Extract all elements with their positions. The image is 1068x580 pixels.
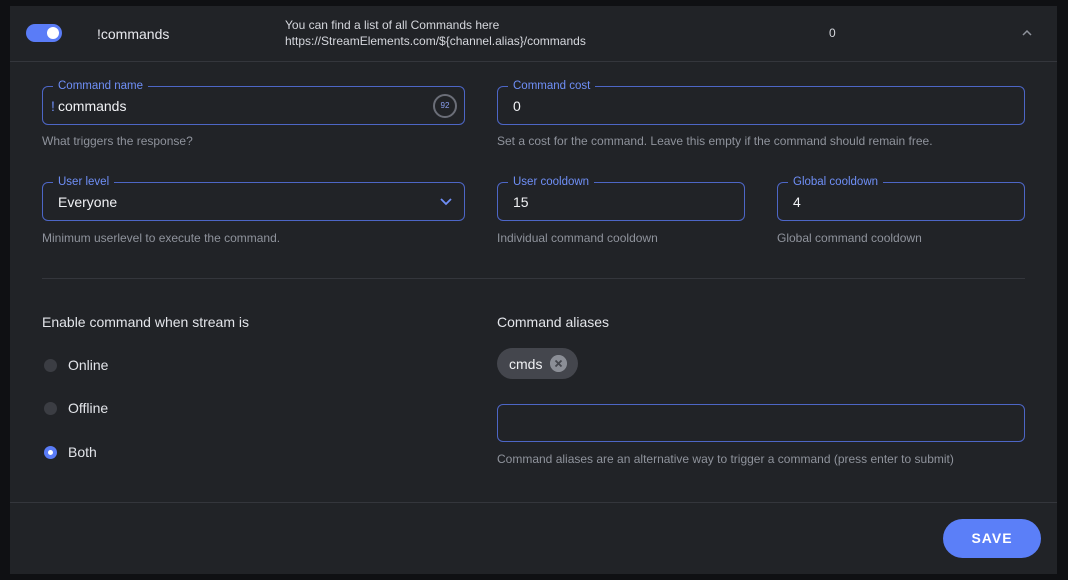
command-name-label: Command name xyxy=(53,79,149,93)
command-usage-count: 0 xyxy=(829,26,836,40)
alias-chip-label: cmds xyxy=(509,356,543,372)
description-line-1: You can find a list of all Commands here xyxy=(285,18,500,32)
user-cooldown-label: User cooldown xyxy=(508,175,595,189)
toggle-knob xyxy=(47,27,59,39)
command-name-help: What triggers the response? xyxy=(42,134,193,148)
remove-alias-icon[interactable] xyxy=(550,355,567,372)
radio-label-offline: Offline xyxy=(68,400,109,416)
user-level-help: Minimum userlevel to execute the command… xyxy=(42,231,281,245)
user-level-label: User level xyxy=(53,175,115,189)
stream-state-title: Enable command when stream is xyxy=(42,314,249,330)
radio-button-selected[interactable] xyxy=(44,446,57,459)
global-cooldown-field[interactable]: Global cooldown 4 xyxy=(777,175,1025,221)
user-cooldown-field[interactable]: User cooldown 15 xyxy=(497,175,745,221)
section-divider xyxy=(42,278,1025,279)
alias-input[interactable] xyxy=(497,404,1025,442)
command-cost-value[interactable]: 0 xyxy=(513,98,521,114)
user-cooldown-value[interactable]: 15 xyxy=(513,194,529,210)
footer-divider xyxy=(10,502,1057,503)
user-cooldown-help: Individual command cooldown xyxy=(497,231,658,245)
user-level-select[interactable]: User level Everyone xyxy=(42,175,465,221)
command-cost-label: Command cost xyxy=(508,79,596,93)
user-level-value: Everyone xyxy=(58,194,118,210)
command-enabled-toggle[interactable] xyxy=(26,24,62,42)
radio-button[interactable] xyxy=(44,402,57,415)
aliases-title: Command aliases xyxy=(497,314,610,330)
alias-chip: cmds xyxy=(497,348,578,379)
command-editor-panel: !commands You can find a list of all Com… xyxy=(10,6,1057,574)
command-name-field[interactable]: Command name ! commands 92 xyxy=(42,79,465,125)
description-line-2: https://StreamElements.com/${channel.ali… xyxy=(285,34,586,48)
global-cooldown-help: Global command cooldown xyxy=(777,231,922,245)
command-cost-help: Set a cost for the command. Leave this e… xyxy=(497,134,933,148)
radio-label-online: Online xyxy=(68,357,109,373)
command-prefix: ! xyxy=(51,98,55,114)
command-cost-field[interactable]: Command cost 0 xyxy=(497,79,1025,125)
save-button[interactable]: SAVE xyxy=(943,519,1041,558)
character-counter: 92 xyxy=(433,94,457,118)
command-name-value[interactable]: commands xyxy=(58,98,126,114)
command-description: You can find a list of all Commands here… xyxy=(285,17,586,49)
radio-button[interactable] xyxy=(44,359,57,372)
global-cooldown-label: Global cooldown xyxy=(788,175,884,189)
chevron-down-icon[interactable] xyxy=(440,197,452,207)
radio-label-both: Both xyxy=(68,444,97,460)
command-header[interactable]: !commands You can find a list of all Com… xyxy=(10,6,1057,62)
command-title: !commands xyxy=(97,26,170,42)
chevron-up-icon[interactable] xyxy=(1020,26,1034,40)
global-cooldown-value[interactable]: 4 xyxy=(793,194,801,210)
aliases-help: Command aliases are an alternative way t… xyxy=(497,452,954,466)
